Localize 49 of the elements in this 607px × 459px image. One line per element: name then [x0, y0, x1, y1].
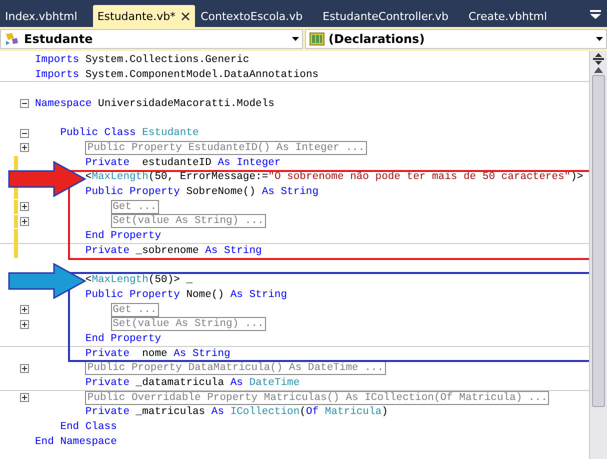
file-tab[interactable]: Estudante.vb* [93, 5, 195, 27]
code-line: Private nome As String [85, 346, 230, 361]
file-tab[interactable]: Index.vbhtml [1, 5, 86, 27]
dropdown-icon[interactable] [590, 10, 601, 19]
collapsed-code[interactable]: Get ... [110, 200, 159, 214]
code-line: Imports System.ComponentModel.DataAnnotations [35, 68, 319, 82]
code-line: End Property [85, 229, 162, 244]
code-line: Imports System.Collections.Generic [35, 52, 250, 67]
file-tab[interactable]: ContextoEscola.vb [196, 5, 311, 27]
collapsed-code[interactable]: Public Overridable Property Matriculas() As ICollection(Of Matricula) ... [85, 390, 550, 405]
type-dropdown[interactable]: Estudante [0, 29, 302, 49]
declarations-icon [308, 32, 324, 46]
code-line: End Class [60, 420, 117, 434]
expand-icon[interactable] [20, 202, 29, 212]
code-line: End Namespace [35, 434, 117, 449]
expand-icon[interactable] [20, 320, 29, 329]
collapsed-code[interactable]: Set(value As String) ... [110, 214, 266, 228]
scrollbar-thumb[interactable] [592, 75, 605, 407]
code-line: Public Property Nome() As String [85, 288, 288, 302]
code-line: <MaxLength(50, ErrorMessage:="O sobrenome não pode ter mais de 50 caracteres")> [85, 170, 584, 184]
code-line: Private _sobrenome As String [85, 244, 262, 258]
expand-icon[interactable] [20, 143, 29, 152]
code-line: Private _matriculas As ICollection(Of Matricula) [85, 405, 388, 420]
code-line: <MaxLength(50)> _ [85, 273, 193, 288]
expand-icon[interactable] [20, 393, 29, 402]
collapsed-code[interactable]: Public Property EstudanteID() As Integer ... [85, 140, 367, 155]
file-tab[interactable]: EstudanteController.vb [318, 5, 456, 27]
class-icon [4, 32, 20, 46]
collapsed-code[interactable]: Public Property DataMatricula() As DateTime ... [85, 361, 386, 376]
file-tab[interactable]: Create.vbhtml [464, 5, 556, 27]
collapse-icon[interactable] [20, 128, 29, 138]
code-line: Public Property SobreNome() As String [85, 185, 319, 200]
split-icon[interactable] [593, 53, 604, 65]
collapse-icon[interactable] [20, 99, 29, 108]
code-line: End Property [85, 332, 162, 346]
collapsed-code[interactable]: Set(value As String) ... [110, 317, 266, 332]
caret-icon [596, 37, 603, 41]
close-icon[interactable] [180, 12, 190, 20]
collapsed-code[interactable]: Get ... [110, 302, 159, 317]
member-dropdown[interactable]: (Declarations) [304, 29, 607, 49]
code-line: Private _datamatricula As DateTime [85, 376, 300, 390]
caret-icon [292, 37, 298, 41]
code-line: Namespace UniversidadeMacoratti.Models [35, 96, 274, 111]
expand-icon[interactable] [20, 364, 29, 373]
expand-icon[interactable] [20, 216, 29, 226]
code-line: Private estudanteID As Integer [85, 156, 281, 170]
expand-icon[interactable] [20, 305, 29, 314]
code-line: Public Class Estudante [60, 126, 199, 140]
scroll-up-icon[interactable] [594, 67, 603, 73]
